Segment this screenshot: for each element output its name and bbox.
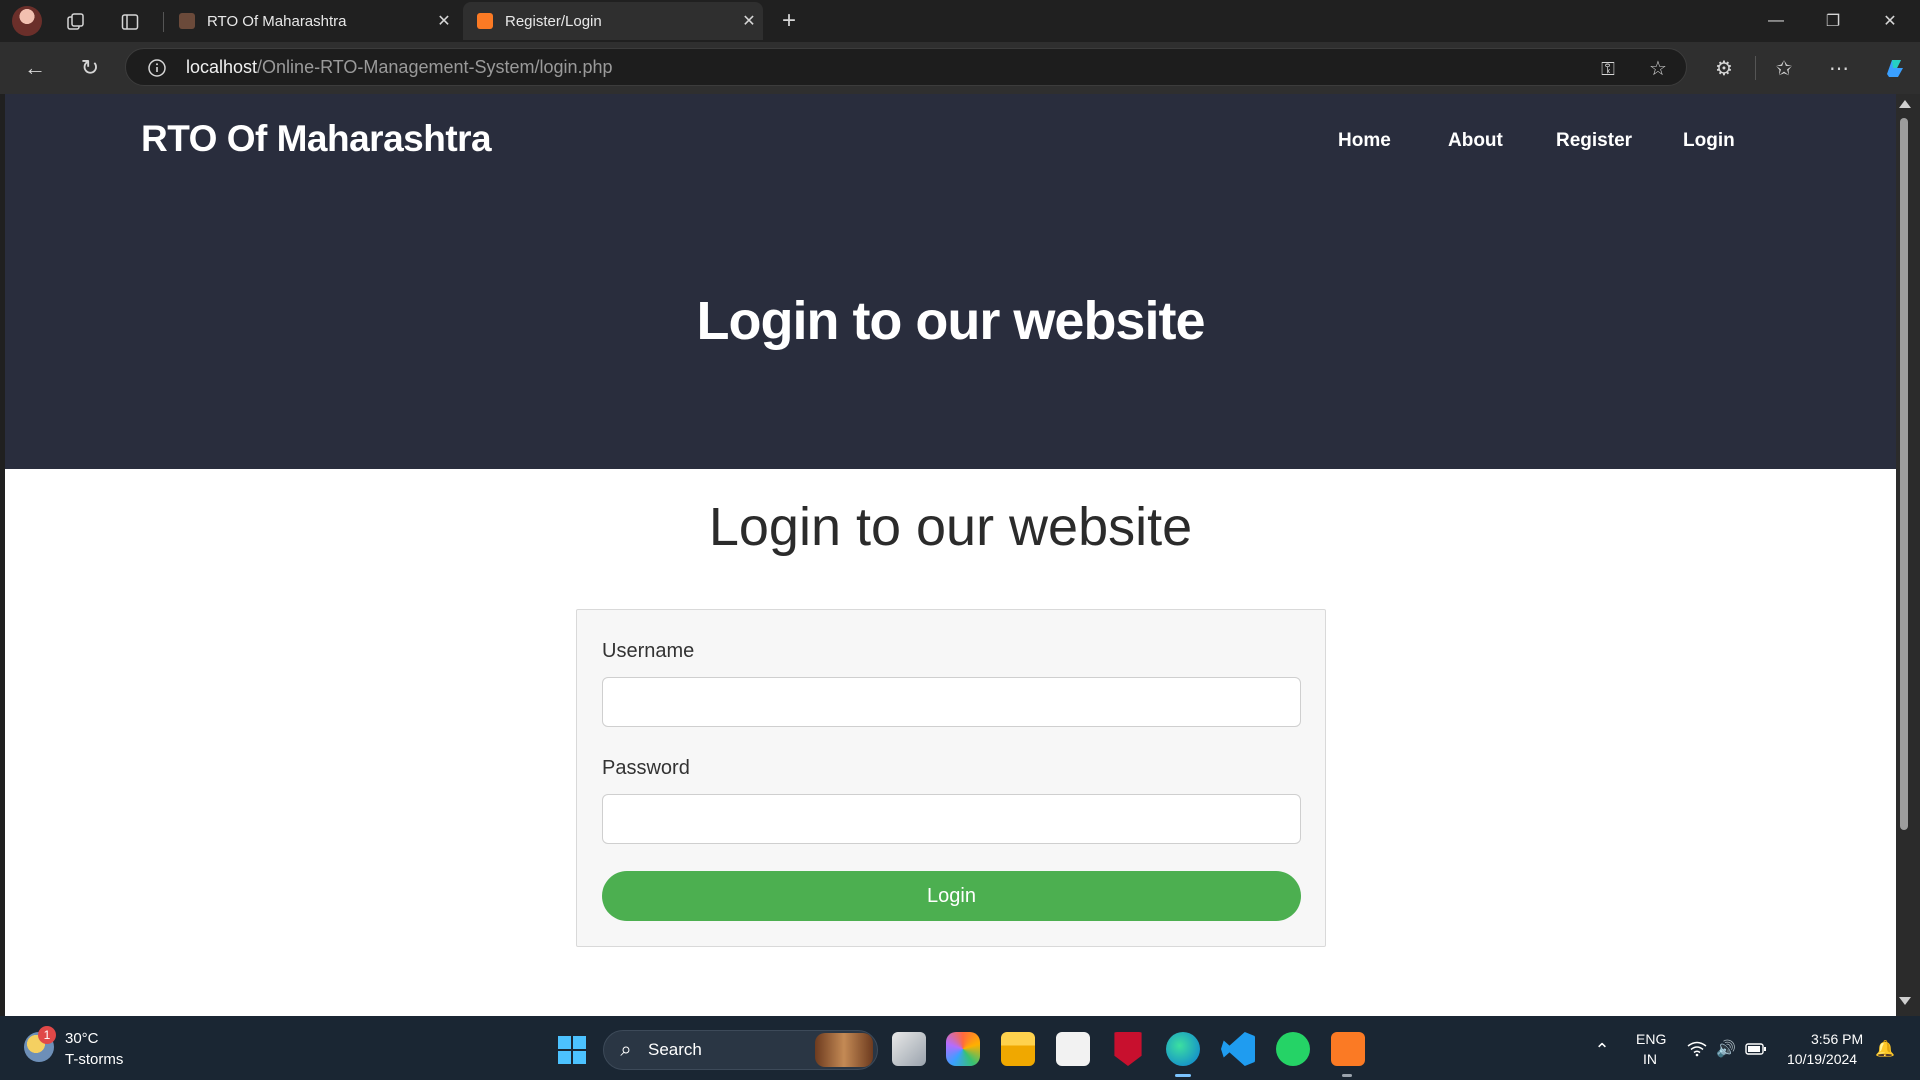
show-hidden-icons-chevron-icon[interactable]: ⌃ <box>1590 1038 1614 1062</box>
xampp-running-indicator <box>1342 1074 1352 1077</box>
url-host: localhost <box>186 57 258 77</box>
toolbar-divider <box>1755 56 1756 80</box>
site-brand[interactable]: RTO Of Maharashtra <box>141 118 492 160</box>
extensions-icon[interactable]: ⚙ <box>1711 55 1737 81</box>
workspaces-icon[interactable] <box>62 8 90 36</box>
file-explorer-icon[interactable] <box>1001 1032 1035 1066</box>
login-button[interactable]: Login <box>602 871 1301 921</box>
battery-icon[interactable] <box>1744 1038 1768 1060</box>
nav-register[interactable]: Register <box>1556 130 1632 152</box>
notification-bell-icon[interactable]: 🔔 <box>1874 1038 1896 1060</box>
search-highlight-image <box>815 1033 873 1067</box>
minimize-icon[interactable]: — <box>1748 0 1804 42</box>
login-form: Username Password Login <box>576 609 1326 947</box>
volume-icon[interactable]: 🔊 <box>1715 1038 1737 1060</box>
task-view-icon[interactable] <box>892 1032 926 1066</box>
key-icon[interactable]: ⚿ <box>1595 56 1621 82</box>
copilot-icon[interactable] <box>1880 53 1910 83</box>
site-info-icon[interactable] <box>146 57 168 79</box>
xampp-favicon-icon <box>477 13 493 29</box>
tab-rto-of-maharashtra[interactable]: RTO Of Maharashtra ✕ <box>165 2 458 40</box>
edge-active-indicator <box>1175 1074 1191 1077</box>
profile-avatar[interactable] <box>12 6 42 36</box>
favorite-star-icon[interactable]: ☆ <box>1645 55 1671 81</box>
nav-home[interactable]: Home <box>1338 130 1391 152</box>
weather-desc[interactable]: T-storms <box>65 1051 123 1068</box>
clock-time[interactable]: 3:56 PM <box>1811 1031 1863 1047</box>
username-input[interactable] <box>602 677 1301 727</box>
password-input[interactable] <box>602 794 1301 844</box>
window-close-icon[interactable]: ✕ <box>1862 0 1918 42</box>
xampp-favicon-icon <box>179 13 195 29</box>
url-path: /Online-RTO-Management-System/login.php <box>257 57 613 77</box>
xampp-icon[interactable] <box>1331 1032 1365 1066</box>
password-label: Password <box>602 757 690 779</box>
windows-start-icon[interactable] <box>555 1033 589 1067</box>
section-title: Login to our website <box>708 497 1193 557</box>
search-icon: ⌕ <box>620 1038 632 1061</box>
nav-about[interactable]: About <box>1448 130 1503 152</box>
page-viewport: RTO Of Maharashtra Home About Register L… <box>5 94 1896 1016</box>
language-indicator[interactable]: ENG <box>1636 1031 1666 1047</box>
scroll-up-icon[interactable] <box>1899 100 1911 108</box>
weather-badge: 1 <box>38 1026 56 1044</box>
nav-login[interactable]: Login <box>1683 130 1735 152</box>
tab-title: RTO Of Maharashtra <box>207 12 347 30</box>
username-label: Username <box>602 640 695 662</box>
scrollbar-thumb[interactable] <box>1900 118 1908 830</box>
edge-icon[interactable] <box>1166 1032 1200 1066</box>
url-text[interactable]: localhost/Online-RTO-Management-System/l… <box>186 57 613 78</box>
scroll-down-icon[interactable] <box>1899 997 1911 1005</box>
restore-icon[interactable]: ❐ <box>1805 0 1861 42</box>
tab-separator <box>163 12 164 32</box>
hero-section: RTO Of Maharashtra Home About Register L… <box>5 94 1896 469</box>
weather-temp[interactable]: 30°C <box>65 1030 99 1047</box>
tab-register-login[interactable]: Register/Login ✕ <box>463 2 763 40</box>
new-tab-icon[interactable]: + <box>775 7 803 35</box>
back-icon[interactable]: ← <box>20 53 50 83</box>
wifi-icon[interactable] <box>1686 1038 1708 1060</box>
close-tab-icon[interactable]: ✕ <box>430 11 458 31</box>
refresh-icon[interactable]: ↻ <box>75 53 105 83</box>
region-indicator[interactable]: IN <box>1643 1051 1657 1067</box>
microsoft-store-icon[interactable] <box>1056 1032 1090 1066</box>
tab-title: Register/Login <box>505 12 602 30</box>
more-menu-icon[interactable]: ⋯ <box>1826 55 1852 81</box>
favorites-icon[interactable]: ✩ <box>1771 55 1797 81</box>
copilot-app-icon[interactable] <box>946 1032 980 1066</box>
close-tab-icon[interactable]: ✕ <box>735 11 763 31</box>
search-label: Search <box>648 1040 702 1059</box>
whatsapp-icon[interactable] <box>1276 1032 1310 1066</box>
hero-title: Login to our website <box>696 291 1206 351</box>
vertical-tabs-icon[interactable] <box>116 8 144 36</box>
clock-date[interactable]: 10/19/2024 <box>1787 1051 1857 1067</box>
